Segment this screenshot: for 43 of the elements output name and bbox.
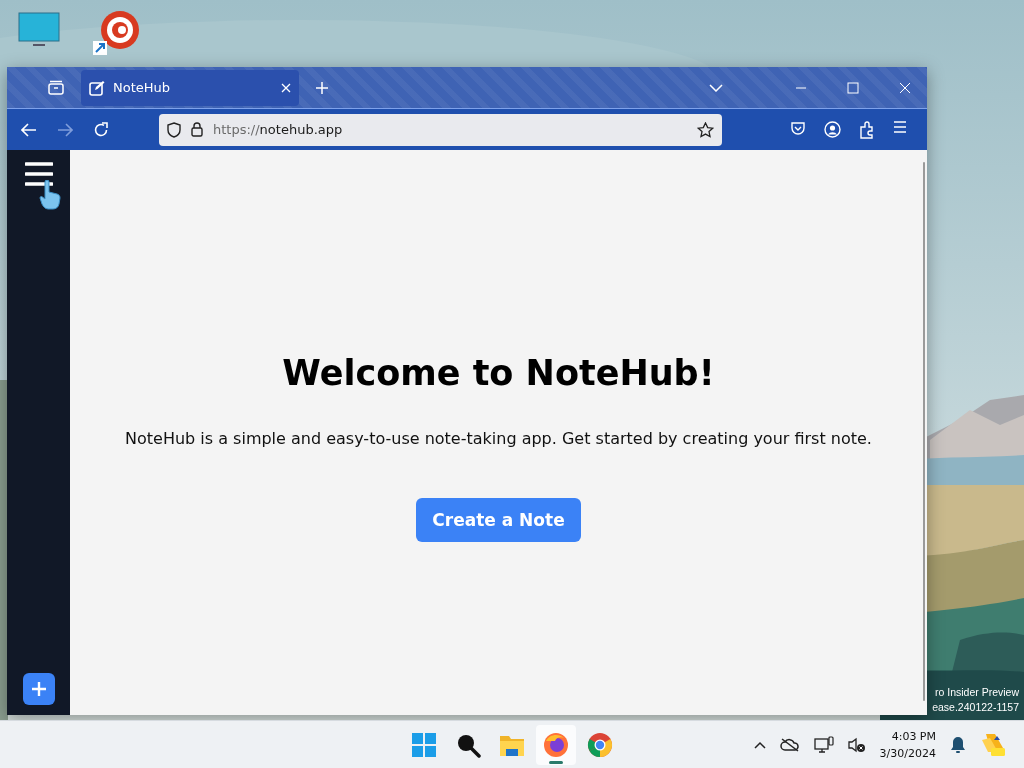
account-icon[interactable] (824, 120, 841, 138)
create-note-button[interactable]: Create a Note (416, 498, 581, 542)
close-icon[interactable] (899, 81, 911, 94)
intro-text: NoteHub is a simple and easy-to-use note-taking app. Get started by creating your first note. (125, 429, 872, 448)
new-tab-icon[interactable] (315, 80, 329, 95)
scrollbar[interactable] (923, 162, 925, 701)
close-tab-icon[interactable] (281, 82, 291, 93)
url-text: https://notehub.app (213, 122, 344, 137)
hand-cursor-icon (39, 180, 61, 210)
shield-icon[interactable] (167, 121, 181, 138)
back-icon[interactable] (21, 122, 37, 137)
watermark-text: ro Insider Preview (934, 685, 1019, 700)
clock-time: 4:03 PM (891, 728, 936, 745)
network-icon[interactable] (813, 735, 834, 754)
browser-icon (543, 732, 569, 758)
start-icon (411, 732, 437, 758)
forward-icon[interactable] (57, 122, 73, 137)
puzzle-icon[interactable] (859, 120, 875, 139)
hamburger-menu-icon[interactable] (24, 162, 53, 186)
welcome-heading: Welcome to NoteHub! (282, 353, 715, 393)
bell-icon[interactable] (950, 735, 966, 754)
reload-icon[interactable] (93, 121, 109, 138)
browser-tab[interactable]: NoteHub (81, 69, 299, 106)
folder-icon (499, 733, 525, 757)
cloud-off-icon[interactable] (779, 736, 800, 753)
app-shortcut-icon[interactable] (92, 10, 140, 58)
menu-icon[interactable] (893, 120, 907, 133)
chevron-up-icon[interactable] (753, 740, 766, 749)
maximize-icon[interactable] (847, 81, 859, 94)
volume-muted-icon[interactable] (847, 736, 866, 753)
watermark-text: ease.240122-1157 (932, 700, 1019, 715)
add-note-button[interactable] (22, 673, 55, 705)
star-icon[interactable] (697, 121, 714, 138)
plus-icon (30, 681, 47, 697)
pocket-icon[interactable] (790, 120, 806, 137)
lock-icon (191, 122, 203, 137)
search-icon (455, 732, 481, 758)
clock-date: 3/30/2024 (879, 745, 936, 762)
tab-manager-icon[interactable] (47, 79, 65, 96)
browser-icon (587, 732, 613, 758)
chevron-down-icon[interactable] (709, 83, 723, 92)
address-bar[interactable]: https://notehub.app (159, 113, 722, 146)
edit-icon (89, 79, 105, 96)
